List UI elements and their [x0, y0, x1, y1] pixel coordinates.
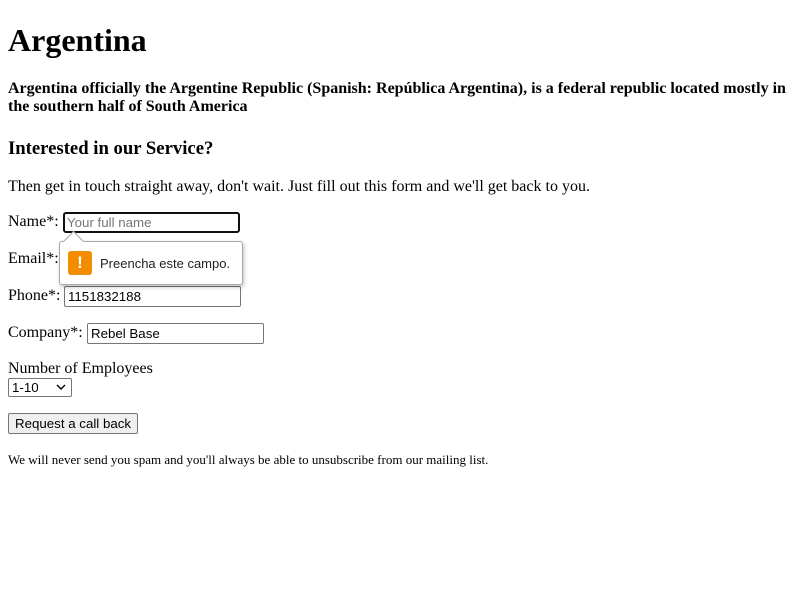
validation-tooltip: ! Preencha este campo. [59, 230, 243, 285]
lead-paragraph: Argentina officially the Argentine Repub… [8, 80, 786, 115]
employees-select[interactable]: 1-10 [8, 378, 72, 397]
phone-input[interactable] [64, 286, 241, 307]
employees-label: Number of Employees [8, 360, 153, 377]
section-heading: Interested in our Service? [8, 138, 214, 159]
company-label: Company*: [8, 324, 83, 342]
email-row: Email*: [8, 250, 59, 268]
company-input[interactable] [87, 323, 264, 344]
company-row: Company*: [8, 324, 83, 342]
intro-text: Then get in touch straight away, don't w… [8, 178, 590, 195]
tooltip-arrow [62, 230, 85, 253]
name-label: Name*: [8, 213, 59, 231]
spam-disclaimer: We will never send you spam and you'll a… [8, 452, 489, 467]
request-call-back-button[interactable]: Request a call back [8, 413, 139, 434]
validation-message: Preencha este campo. [100, 256, 231, 271]
warning-icon: ! [68, 251, 92, 275]
page: Argentina Argentina officially the Argen… [0, 0, 800, 600]
phone-row: Phone*: [8, 287, 60, 305]
phone-label: Phone*: [8, 287, 61, 305]
chevron-down-icon [56, 384, 66, 390]
email-label: Email*: [8, 250, 59, 268]
name-input[interactable] [63, 212, 240, 233]
employees-selected-value: 1-10 [12, 380, 39, 395]
page-title: Argentina [8, 22, 147, 58]
name-row: Name*: [8, 213, 59, 231]
